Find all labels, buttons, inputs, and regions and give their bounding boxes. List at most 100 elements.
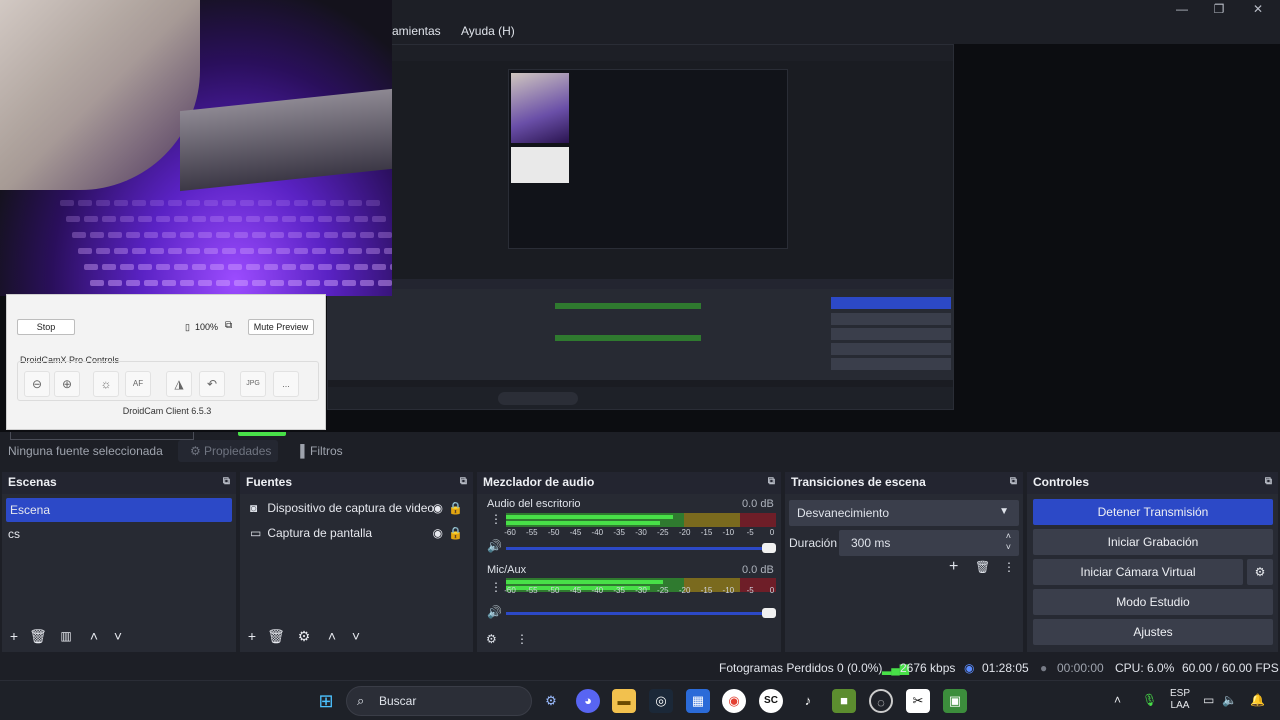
scene-item[interactable]: cs xyxy=(2,522,236,546)
stop-stream-button[interactable]: Detener Transmisión xyxy=(1033,499,1273,525)
lock-icon[interactable]: 🔒 xyxy=(448,496,463,521)
speaker-icon[interactable]: 🔊 xyxy=(487,605,502,619)
keyboard-key xyxy=(114,248,128,254)
eye-icon[interactable]: ◉ xyxy=(433,496,443,521)
dock-icon[interactable]: ⧉ xyxy=(1010,476,1017,487)
language-indicator[interactable]: ESP LAA xyxy=(1170,688,1190,712)
trash-icon[interactable]: 🗑 xyxy=(28,626,48,646)
stop-button[interactable]: Stop xyxy=(17,319,75,335)
gear-icon: ⚙ xyxy=(190,444,201,458)
jpeg-icon[interactable]: JPG xyxy=(240,371,266,397)
meter-tick-label: -60 xyxy=(504,586,516,595)
source-item[interactable]: ◙ Dispositivo de captura de video ◉ 🔒 xyxy=(240,496,473,521)
more-icon[interactable]: ⋮ xyxy=(490,580,502,594)
dock-icon[interactable]: ⧉ xyxy=(460,476,467,487)
meter-tick-label: -10 xyxy=(722,528,735,537)
studio-mode-button[interactable]: Modo Estudio xyxy=(1033,589,1273,615)
store-icon[interactable]: ▦ xyxy=(686,689,710,713)
chevron-up-icon[interactable]: ˄ xyxy=(84,626,104,646)
chevron-down-icon[interactable]: ˅ xyxy=(108,626,128,646)
meter-tick-label: -55 xyxy=(526,586,538,595)
chevron-up-icon[interactable]: ˄ xyxy=(322,626,342,646)
menu-tools[interactable]: rramientas xyxy=(384,24,441,38)
speaker-icon[interactable]: 🔊 xyxy=(487,539,502,553)
add-icon[interactable]: + xyxy=(4,626,24,646)
capcut-icon[interactable]: ✂ xyxy=(906,689,930,713)
settings-app-icon[interactable]: ⚙ xyxy=(539,689,563,713)
scene-item[interactable]: Escena xyxy=(6,498,232,522)
gear-icon[interactable]: ⚙ xyxy=(294,626,314,646)
chevron-down-icon[interactable]: ˅ xyxy=(1006,542,1011,552)
microphone-icon[interactable]: 🎙 xyxy=(1142,693,1157,707)
app-icon[interactable]: SC xyxy=(759,689,783,713)
discord-icon[interactable]: ◕ xyxy=(576,689,600,713)
volume-slider[interactable] xyxy=(506,543,776,553)
filter-icon[interactable]: ▥ xyxy=(56,626,76,646)
droidcam-icon[interactable]: ▣ xyxy=(943,689,967,713)
mute-preview-button[interactable]: Mute Preview xyxy=(248,319,314,335)
dock-icon[interactable]: ⧉ xyxy=(768,476,775,487)
record-icon: ● xyxy=(1040,661,1048,675)
notification-bell-icon[interactable]: 🔔 xyxy=(1250,693,1265,707)
mixer-settings-icon[interactable]: ⚙ xyxy=(486,632,497,646)
autofocus-icon[interactable]: AF xyxy=(125,371,151,397)
obs-icon[interactable]: ◌ xyxy=(869,689,893,713)
chrome-icon[interactable]: ◉ xyxy=(722,689,746,713)
start-virtual-cam-button[interactable]: Iniciar Cámara Virtual xyxy=(1033,559,1243,585)
start-recording-button[interactable]: Iniciar Grabación xyxy=(1033,529,1273,555)
duration-input[interactable]: 300 ms ˄ ˅ xyxy=(839,530,1019,556)
dock-icon[interactable]: ⧉ xyxy=(1265,476,1272,487)
add-icon[interactable]: + xyxy=(242,626,262,646)
menu-help[interactable]: Ayuda (H) xyxy=(461,24,515,38)
transition-selected: Desvanecimiento xyxy=(797,506,890,520)
steam-icon[interactable]: ◎ xyxy=(649,689,673,713)
light-icon[interactable]: ☼ xyxy=(93,371,119,397)
source-item[interactable]: ▭ Captura de pantalla ◉ 🔒 xyxy=(240,521,473,546)
more-icon[interactable]: ⋮ xyxy=(516,632,528,646)
trash-icon[interactable]: 🗑 xyxy=(266,626,286,646)
eye-icon[interactable]: ◉ xyxy=(433,521,443,546)
gear-icon[interactable]: ⚙ xyxy=(1247,559,1273,585)
volume-icon[interactable]: 🔈 xyxy=(1222,693,1237,707)
volume-slider[interactable] xyxy=(506,608,776,618)
file-explorer-icon[interactable]: ▬ xyxy=(612,689,636,713)
chevron-up-icon[interactable]: ˄ xyxy=(1006,531,1011,541)
keyboard-key xyxy=(78,200,92,206)
add-icon[interactable]: + xyxy=(949,558,958,576)
more-icon[interactable]: ... xyxy=(273,371,299,397)
zoom-out-icon[interactable]: ⊖ xyxy=(24,371,50,397)
trash-icon[interactable]: 🗑 xyxy=(975,560,990,574)
properties-button[interactable]: Propiedades xyxy=(204,444,271,458)
more-icon[interactable]: ⋮ xyxy=(1003,560,1015,574)
close-button[interactable]: ✕ xyxy=(1243,2,1273,18)
keyboard-key xyxy=(312,248,326,254)
minecraft-icon[interactable]: ■ xyxy=(832,689,856,713)
keyboard-key xyxy=(354,264,368,270)
copy-icon[interactable]: ⧉ xyxy=(225,320,232,331)
filters-button[interactable]: Filtros xyxy=(310,444,343,458)
minimize-button[interactable]: — xyxy=(1167,2,1197,18)
keyboard-key xyxy=(318,264,332,270)
transition-select[interactable]: Desvanecimiento ▼ xyxy=(789,500,1019,526)
settings-button[interactable]: Ajustes xyxy=(1033,619,1273,645)
no-source-label: Ninguna fuente seleccionada xyxy=(8,444,163,458)
chevron-down-icon[interactable]: ˅ xyxy=(346,626,366,646)
sources-panel: Fuentes ⧉ ◙ Dispositivo de captura de vid… xyxy=(240,472,473,652)
dock-icon[interactable]: ⧉ xyxy=(223,476,230,487)
maximize-button[interactable]: ❐ xyxy=(1204,2,1234,18)
zoom-in-icon[interactable]: ⊕ xyxy=(54,371,80,397)
keyboard-key xyxy=(108,280,122,286)
tiktok-icon[interactable]: ♪ xyxy=(796,689,820,713)
search-box[interactable]: ⌕ Buscar xyxy=(346,686,532,716)
rotate-icon[interactable]: ↶ xyxy=(199,371,225,397)
flip-icon[interactable]: ◮ xyxy=(166,371,192,397)
filters-icon: ▐ xyxy=(296,444,305,458)
windows-start-icon[interactable]: ⊞ xyxy=(314,689,338,713)
lock-icon[interactable]: 🔒 xyxy=(448,521,463,546)
meter-tick-label: -55 xyxy=(526,528,538,537)
network-icon[interactable]: ▭ xyxy=(1203,693,1214,707)
chevron-up-icon[interactable]: ˄ xyxy=(1114,693,1121,707)
more-icon[interactable]: ⋮ xyxy=(490,512,502,526)
keyboard-key xyxy=(360,280,374,286)
meter-tick-label: -50 xyxy=(547,528,560,537)
